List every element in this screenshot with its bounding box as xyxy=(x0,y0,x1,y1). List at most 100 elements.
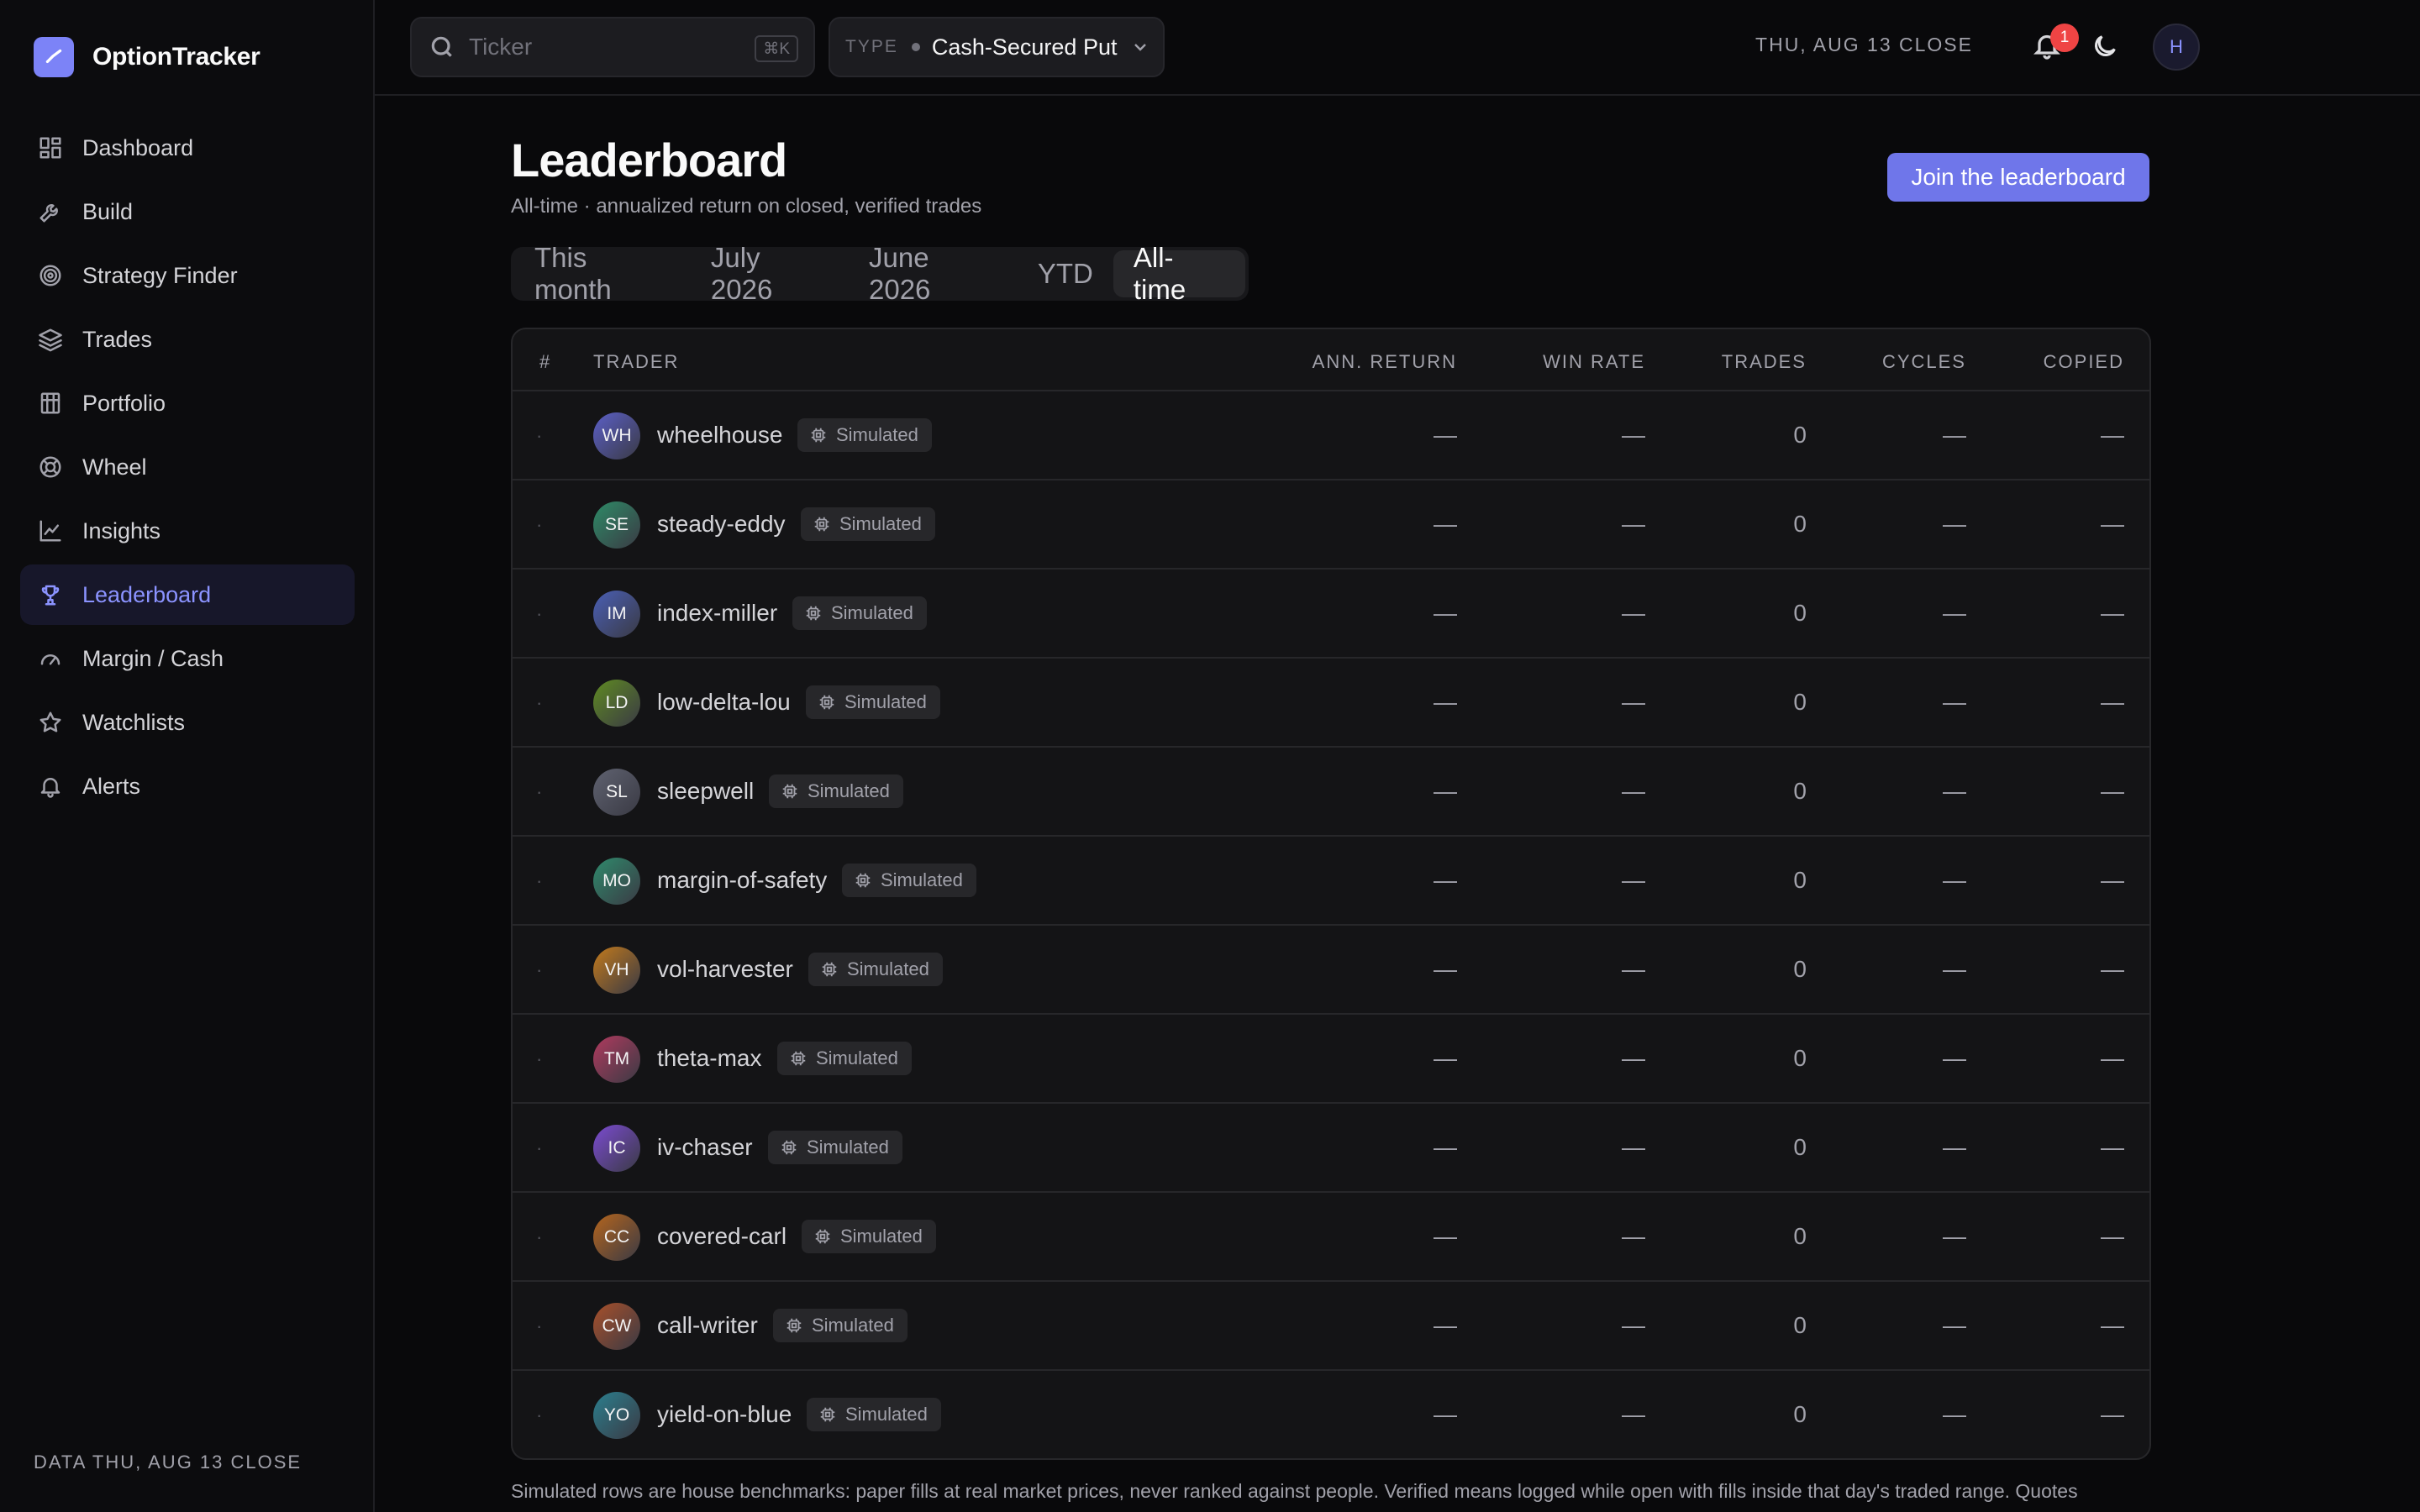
sidebar-item-label: Alerts xyxy=(82,773,141,799)
theme-toggle-button[interactable] xyxy=(2091,32,2121,62)
chip-icon xyxy=(811,428,826,443)
sidebar-item-wheel[interactable]: Wheel xyxy=(20,437,355,497)
sidebar-item-strategy-finder[interactable]: Strategy Finder xyxy=(20,245,355,306)
copied-value: — xyxy=(2101,778,2124,804)
sidebar-item-label: Margin / Cash xyxy=(82,645,224,671)
user-avatar[interactable]: H xyxy=(2153,24,2200,71)
simulated-label: Simulated xyxy=(840,1226,923,1247)
simulated-badge: Simulated xyxy=(777,1042,912,1075)
table-row[interactable]: · SL sleepwell Simulated — — 0 — — xyxy=(513,748,2149,837)
trader-name[interactable]: wheelhouse xyxy=(657,422,782,449)
sidebar-item-leaderboard[interactable]: Leaderboard xyxy=(20,564,355,625)
tab-this-month[interactable]: This month xyxy=(514,242,691,305)
trader-name[interactable]: iv-chaser xyxy=(657,1134,753,1161)
trader-avatar: SE xyxy=(593,501,640,549)
bell-icon xyxy=(37,773,64,800)
type-dot-icon xyxy=(911,43,920,51)
brand-name: OptionTracker xyxy=(92,43,260,71)
sidebar-item-dashboard[interactable]: Dashboard xyxy=(20,118,355,178)
table-row[interactable]: · CC covered-carl Simulated — — 0 — — xyxy=(513,1193,2149,1282)
tab-all-time[interactable]: All-time xyxy=(1113,242,1245,305)
sidebar-item-margin-cash[interactable]: Margin / Cash xyxy=(20,628,355,689)
simulated-badge: Simulated xyxy=(801,507,935,541)
copied-value: — xyxy=(2101,867,2124,893)
simulated-badge: Simulated xyxy=(807,1398,941,1431)
table-row[interactable]: · VH vol-harvester Simulated — — 0 — — xyxy=(513,926,2149,1015)
sidebar-item-alerts[interactable]: Alerts xyxy=(20,756,355,816)
table-row[interactable]: · IC iv-chaser Simulated — — 0 — — xyxy=(513,1104,2149,1193)
sidebar-item-trades[interactable]: Trades xyxy=(20,309,355,370)
cycles-value: — xyxy=(1943,1223,1966,1249)
trader-avatar: YO xyxy=(593,1392,640,1439)
table-row[interactable]: · YO yield-on-blue Simulated — — 0 — — xyxy=(513,1371,2149,1458)
ticker-search-input[interactable] xyxy=(467,33,748,61)
win-rate-value: — xyxy=(1622,1045,1645,1071)
col-cycles[interactable]: CYCLES xyxy=(1882,351,1966,373)
trader-name[interactable]: covered-carl xyxy=(657,1223,786,1250)
cycles-value: — xyxy=(1943,1401,1966,1427)
trader-name[interactable]: yield-on-blue xyxy=(657,1401,792,1428)
join-leaderboard-button[interactable]: Join the leaderboard xyxy=(1887,153,2149,202)
table-row[interactable]: · TM theta-max Simulated — — 0 — — xyxy=(513,1015,2149,1104)
layers-icon xyxy=(37,326,64,353)
ann-return-value: — xyxy=(1434,1045,1457,1071)
win-rate-value: — xyxy=(1622,778,1645,804)
trades-value: 0 xyxy=(1793,600,1807,626)
trader-avatar: WH xyxy=(593,412,640,459)
sidebar-item-portfolio[interactable]: Portfolio xyxy=(20,373,355,433)
table-row[interactable]: · CW call-writer Simulated — — 0 — — xyxy=(513,1282,2149,1371)
sidebar-item-label: Leaderboard xyxy=(82,581,212,607)
win-rate-value: — xyxy=(1622,867,1645,893)
chip-icon xyxy=(806,606,821,621)
ann-return-value: — xyxy=(1434,422,1457,448)
type-select[interactable]: TYPE Cash-Secured Put xyxy=(829,17,1165,77)
app: OptionTracker Dashboard Build Strategy F… xyxy=(0,0,2420,1512)
rank-value: · xyxy=(536,425,543,446)
footnote: Simulated rows are house benchmarks: pap… xyxy=(511,1480,2078,1502)
table-row[interactable]: · IM index-miller Simulated — — 0 — — xyxy=(513,570,2149,659)
page-title: Leaderboard xyxy=(511,134,787,186)
table-row[interactable]: · MO margin-of-safety Simulated — — 0 — … xyxy=(513,837,2149,926)
trader-name[interactable]: index-miller xyxy=(657,600,777,627)
trader-name[interactable]: low-delta-lou xyxy=(657,689,791,716)
trades-value: 0 xyxy=(1793,1223,1807,1249)
sidebar-item-build[interactable]: Build xyxy=(20,181,355,242)
trader-name[interactable]: vol-harvester xyxy=(657,956,793,983)
col-win-rate[interactable]: WIN RATE xyxy=(1543,351,1645,373)
simulated-badge: Simulated xyxy=(768,1131,902,1164)
table-row[interactable]: · WH wheelhouse Simulated — — 0 — — xyxy=(513,391,2149,480)
col-copied[interactable]: COPIED xyxy=(2044,351,2124,373)
sidebar-item-insights[interactable]: Insights xyxy=(20,501,355,561)
tab-ytd[interactable]: YTD xyxy=(1018,250,1113,297)
period-tabs: This month July 2026 June 2026 YTD All-t… xyxy=(511,242,1249,305)
trader-name[interactable]: margin-of-safety xyxy=(657,867,827,894)
col-trades[interactable]: TRADES xyxy=(1722,351,1807,373)
sidebar-item-watchlists[interactable]: Watchlists xyxy=(20,692,355,753)
trader-name[interactable]: steady-eddy xyxy=(657,511,786,538)
win-rate-value: — xyxy=(1622,422,1645,448)
simulated-badge: Simulated xyxy=(769,774,903,808)
trades-value: 0 xyxy=(1793,1045,1807,1071)
win-rate-value: — xyxy=(1622,689,1645,715)
table-row[interactable]: · SE steady-eddy Simulated — — 0 — — xyxy=(513,480,2149,570)
simulated-label: Simulated xyxy=(808,780,890,801)
trader-name[interactable]: theta-max xyxy=(657,1045,762,1072)
trader-name[interactable]: call-writer xyxy=(657,1312,758,1339)
col-trader[interactable]: TRADER xyxy=(593,351,679,373)
search-box[interactable]: ⌘K xyxy=(410,17,815,77)
sidebar-item-label: Build xyxy=(82,198,134,224)
win-rate-value: — xyxy=(1622,1401,1645,1427)
copied-value: — xyxy=(2101,1312,2124,1338)
data-close-status: DATA THU, AUG 13 CLOSE xyxy=(34,1452,302,1473)
tab-july-2026[interactable]: July 2026 xyxy=(691,242,849,305)
chip-icon xyxy=(814,517,829,532)
col-ann-return[interactable]: ANN. RETURN xyxy=(1313,351,1457,373)
tab-june-2026[interactable]: June 2026 xyxy=(849,242,1018,305)
simulated-label: Simulated xyxy=(836,424,918,445)
trader-name[interactable]: sleepwell xyxy=(657,778,754,805)
brand[interactable]: OptionTracker xyxy=(34,37,260,77)
copied-value: — xyxy=(2101,511,2124,537)
table-row[interactable]: · LD low-delta-lou Simulated — — 0 — — xyxy=(513,659,2149,748)
market-close-label: THU, AUG 13 CLOSE xyxy=(1755,34,1973,55)
win-rate-value: — xyxy=(1622,1223,1645,1249)
